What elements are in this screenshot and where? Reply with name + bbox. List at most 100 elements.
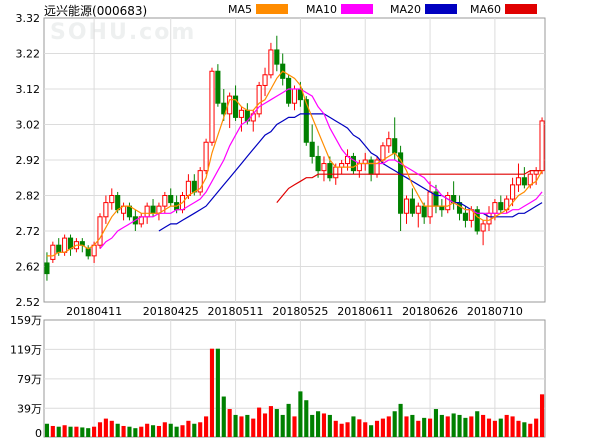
- volume-bar: [262, 413, 268, 437]
- volume-bar: [174, 426, 179, 437]
- volume-bar: [481, 414, 486, 437]
- kline-chart-widget: 远兴能源(000683) MA5 MA10 MA20 MA60 SOHU.com…: [0, 0, 600, 440]
- candle-body: [421, 205, 427, 218]
- volume-bar: [310, 414, 315, 437]
- volume-tick-label: 39万: [17, 402, 42, 415]
- candle-body: [185, 180, 191, 197]
- volume-bar: [44, 423, 50, 437]
- candle-body: [492, 202, 498, 214]
- candle-body: [50, 244, 56, 260]
- candle-body: [126, 205, 133, 218]
- volume-bar: [227, 409, 232, 437]
- date-tick-label: 20180525: [272, 305, 328, 318]
- volume-bar: [139, 426, 144, 437]
- volume-bar: [339, 423, 344, 437]
- candle-body: [262, 74, 268, 86]
- volume-bar: [369, 425, 374, 437]
- volume-bar: [97, 422, 103, 437]
- volume-bar: [345, 422, 350, 437]
- volume-bar: [150, 425, 156, 437]
- volume-bar: [86, 428, 91, 437]
- volume-bar: [410, 414, 415, 437]
- candle-body: [309, 141, 315, 157]
- volume-bar: [133, 428, 138, 437]
- volume-bar: [257, 407, 262, 437]
- candle-body: [327, 163, 333, 179]
- candle-body: [85, 248, 91, 257]
- date-tick-label: 20180611: [337, 305, 393, 318]
- volume-tick-label: 0: [35, 427, 42, 440]
- date-tick-label: 20180710: [467, 305, 523, 318]
- volume-bar: [245, 414, 250, 437]
- candle-body: [409, 198, 415, 214]
- volume-bar: [374, 420, 380, 437]
- candle-body: [97, 216, 103, 246]
- candle-body: [403, 198, 410, 214]
- volume-bar: [398, 403, 403, 437]
- volume-bar: [321, 413, 327, 437]
- chart-canvas: 3.32 3.22 3.12 3.02 2.92 2.82 2.72 2.62 2.52 2018…: [10, 12, 546, 440]
- candle-body: [386, 138, 392, 147]
- volume-bar: [204, 416, 209, 437]
- volume-bar: [351, 416, 356, 437]
- candle-body: [274, 49, 280, 65]
- volume-tick-label: 119万: [10, 343, 42, 356]
- volume-bar: [486, 418, 492, 437]
- volume-bar: [363, 422, 368, 437]
- candle-body: [203, 141, 209, 172]
- volume-bar: [457, 414, 462, 437]
- volume-bar: [286, 403, 291, 437]
- candle-body: [368, 159, 374, 175]
- candle-body: [109, 195, 115, 204]
- volume-bar: [198, 422, 203, 437]
- volume-bar: [416, 420, 421, 437]
- volume-bar: [109, 420, 114, 437]
- volume-bar: [422, 417, 427, 437]
- price-tick-label: 3.22: [16, 48, 41, 61]
- volume-bar: [180, 425, 185, 437]
- candle-body: [539, 120, 545, 172]
- volume-bar: [516, 420, 521, 437]
- volume-bar: [539, 394, 545, 437]
- volume-bar: [534, 418, 539, 437]
- date-tick-label: 20180626: [402, 305, 458, 318]
- volume-bar: [280, 414, 285, 437]
- volume-bar: [492, 420, 497, 437]
- volume-bar: [274, 409, 279, 437]
- candle-body: [115, 195, 121, 211]
- volume-bar: [233, 414, 238, 437]
- volume-bar: [392, 411, 397, 437]
- volume-bar: [215, 348, 220, 437]
- volume-bar: [162, 422, 167, 437]
- candle-body: [498, 202, 504, 211]
- price-tick-label: 3.02: [16, 119, 41, 132]
- candle-body: [291, 88, 298, 104]
- volume-tick-label: 79万: [17, 373, 42, 386]
- candle-body: [150, 205, 156, 214]
- volume-bar: [68, 426, 73, 437]
- volume-tick-label: 159万: [10, 314, 42, 327]
- volume-bar: [168, 423, 173, 437]
- price-tick-label: 2.62: [16, 261, 41, 274]
- candle-body: [168, 195, 174, 204]
- candle-body: [427, 191, 433, 218]
- volume-bar: [156, 425, 161, 437]
- candle-body: [521, 177, 527, 186]
- volume-bar: [386, 416, 391, 437]
- candle-body: [268, 49, 274, 76]
- volume-bar: [115, 423, 120, 437]
- date-tick-label: 20180511: [208, 305, 264, 318]
- volume-bar: [463, 417, 468, 437]
- candle-body: [44, 262, 50, 275]
- volume-bar: [74, 426, 79, 437]
- volume-bar: [56, 426, 61, 437]
- candle-body: [486, 212, 492, 225]
- volume-bar: [433, 409, 439, 437]
- volume-bar: [251, 418, 256, 437]
- volume-bar: [292, 416, 297, 437]
- volume-bar: [304, 400, 309, 437]
- volume-bar: [439, 414, 444, 437]
- volume-bar: [239, 416, 244, 437]
- price-tick-label: 2.82: [16, 190, 41, 203]
- candle-body: [527, 173, 533, 186]
